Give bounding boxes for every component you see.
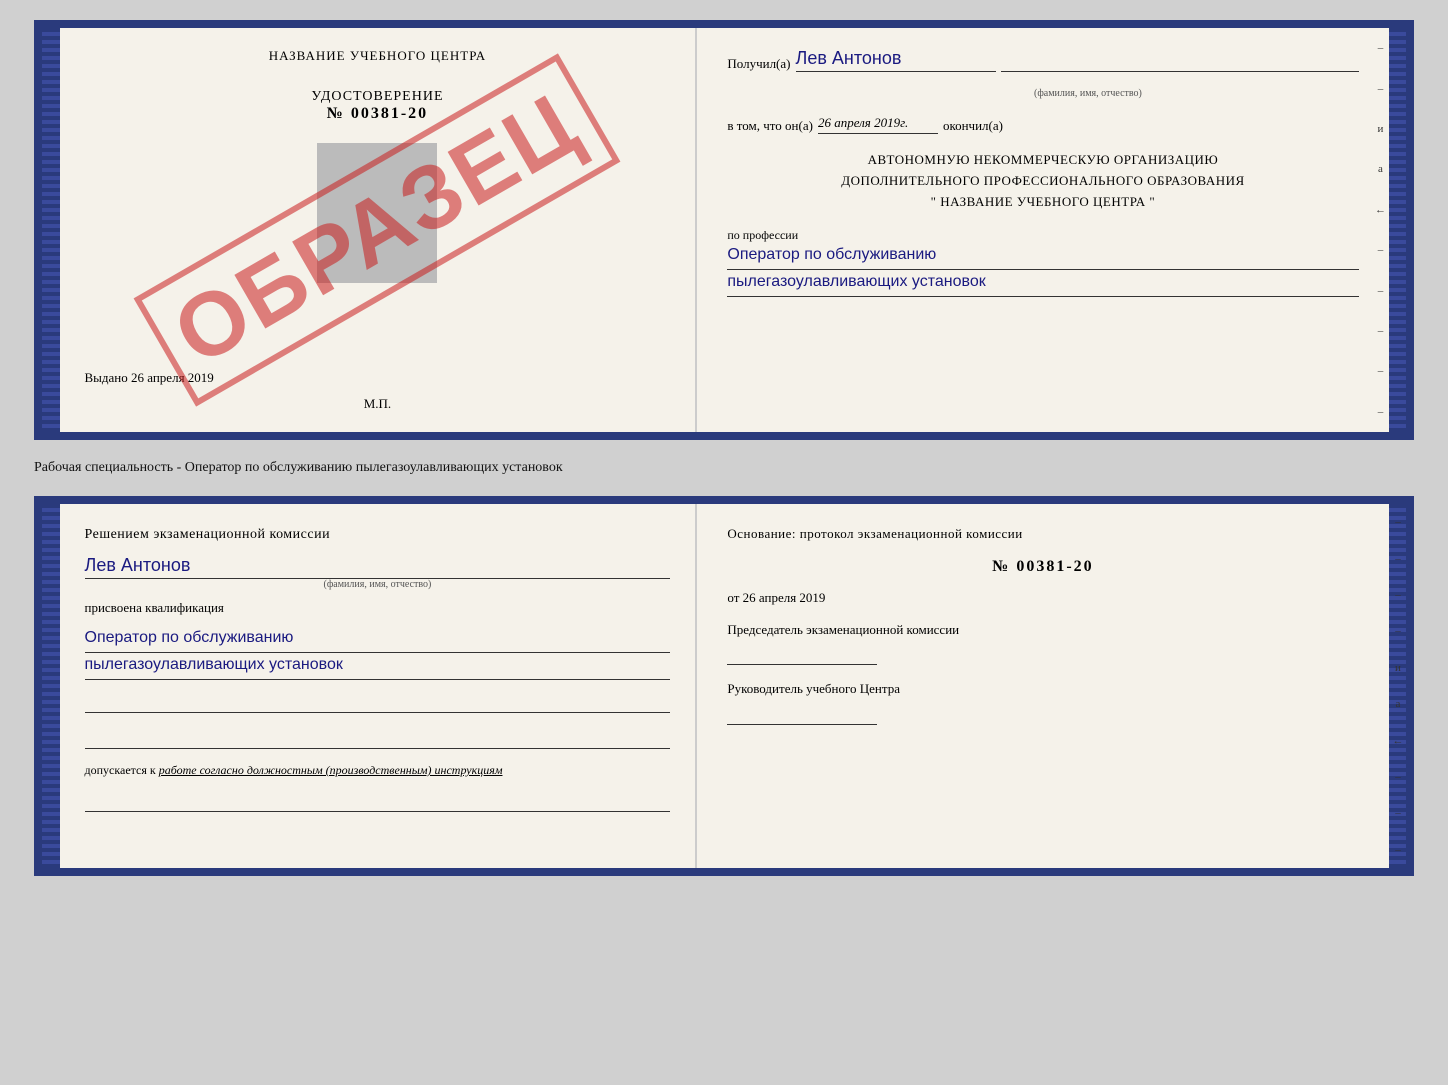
bottom-certificate: Решением экзаменационной комиссии Лев Ан… bbox=[34, 496, 1414, 876]
qualification-line1: Оператор по обслуживанию bbox=[85, 626, 671, 653]
chairman-signature-line bbox=[727, 645, 877, 665]
допускается-label: допускается к bbox=[85, 763, 156, 777]
profession-line2: пылегазоулавливающих установок bbox=[727, 270, 1358, 297]
right-markers-bottom: – – – – и а ← – – – bbox=[1390, 504, 1406, 868]
protocol-date: 26 апреля 2019 bbox=[743, 590, 826, 605]
допускается-value: работе согласно должностным (производств… bbox=[159, 763, 503, 777]
issued-date: 26 апреля 2019 bbox=[131, 370, 214, 385]
completed-prefix: в том, что он(а) bbox=[727, 118, 813, 134]
director-block: Руководитель учебного Центра bbox=[727, 679, 1358, 725]
right-spine-top bbox=[1389, 28, 1407, 432]
empty-line-2 bbox=[85, 729, 671, 749]
fio-subtitle-bottom: (фамилия, имя, отчество) bbox=[85, 579, 671, 590]
received-line: Получил(а) Лев Антонов bbox=[727, 48, 1358, 72]
protocol-number: № 00381-20 bbox=[727, 558, 1358, 576]
profession-block: по профессии Оператор по обслуживанию пы… bbox=[727, 228, 1358, 297]
right-side-markers: – – и а ← – – – – – bbox=[1373, 28, 1389, 432]
protocol-date-prefix: от bbox=[727, 590, 739, 605]
empty-line-3 bbox=[85, 792, 671, 812]
left-spine bbox=[42, 28, 60, 432]
cert-right-panel: Получил(а) Лев Антонов (фамилия, имя, от… bbox=[697, 28, 1388, 432]
qualification-label: присвоена квалификация bbox=[85, 600, 671, 616]
document-title: УДОСТОВЕРЕНИЕ bbox=[311, 89, 443, 105]
profession-label: по профессии bbox=[727, 228, 1358, 243]
bottom-left-panel: Решением экзаменационной комиссии Лев Ан… bbox=[60, 504, 698, 868]
org-line1: АВТОНОМНУЮ НЕКОММЕРЧЕСКУЮ ОРГАНИЗАЦИЮ bbox=[727, 150, 1358, 171]
completed-date: 26 апреля 2019г. bbox=[818, 115, 938, 134]
received-label: Получил(а) bbox=[727, 56, 790, 72]
qualification-block: Оператор по обслуживанию пылегазоулавлив… bbox=[85, 626, 671, 680]
specialty-text: Рабочая специальность - Оператор по обсл… bbox=[34, 452, 1414, 484]
issued-label: Выдано bbox=[85, 370, 128, 385]
commission-name-block: Лев Антонов (фамилия, имя, отчество) bbox=[85, 555, 671, 590]
qualification-line2: пылегазоулавливающих установок bbox=[85, 653, 671, 680]
mp-label: М.П. bbox=[364, 396, 391, 412]
director-signature-line bbox=[727, 705, 877, 725]
empty-line-1 bbox=[85, 693, 671, 713]
top-certificate: НАЗВАНИЕ УЧЕБНОГО ЦЕНТРА УДОСТОВЕРЕНИЕ №… bbox=[34, 20, 1414, 440]
chairman-block: Председатель экзаменационной комиссии bbox=[727, 620, 1358, 666]
document-container: НАЗВАНИЕ УЧЕБНОГО ЦЕНТРА УДОСТОВЕРЕНИЕ №… bbox=[34, 20, 1414, 876]
chairman-label: Председатель экзаменационной комиссии bbox=[727, 620, 1358, 641]
document-number: № 00381-20 bbox=[311, 105, 443, 123]
допускается-block: допускается к работе согласно должностны… bbox=[85, 762, 671, 779]
fio-subtitle-top: (фамилия, имя, отчество) bbox=[817, 88, 1358, 99]
school-name-left: НАЗВАНИЕ УЧЕБНОГО ЦЕНТРА bbox=[269, 48, 486, 64]
dash-filler bbox=[1001, 71, 1359, 72]
left-spine-bottom bbox=[42, 504, 60, 868]
cert-left-panel: НАЗВАНИЕ УЧЕБНОГО ЦЕНТРА УДОСТОВЕРЕНИЕ №… bbox=[60, 28, 698, 432]
commission-person-name: Лев Антонов bbox=[85, 555, 671, 579]
org-name: " НАЗВАНИЕ УЧЕБНОГО ЦЕНТРА " bbox=[727, 192, 1358, 213]
protocol-date-block: от 26 апреля 2019 bbox=[727, 590, 1358, 606]
received-name: Лев Антонов bbox=[796, 48, 996, 72]
commission-header: Решением экзаменационной комиссии bbox=[85, 524, 671, 545]
org-block: АВТОНОМНУЮ НЕКОММЕРЧЕСКУЮ ОРГАНИЗАЦИЮ ДО… bbox=[727, 150, 1358, 212]
photo-placeholder bbox=[317, 143, 437, 283]
document-block: УДОСТОВЕРЕНИЕ № 00381-20 bbox=[311, 89, 443, 123]
completed-line: в том, что он(а) 26 апреля 2019г. окончи… bbox=[727, 115, 1358, 134]
org-line2: ДОПОЛНИТЕЛЬНОГО ПРОФЕССИОНАЛЬНОГО ОБРАЗО… bbox=[727, 171, 1358, 192]
osnov-header: Основание: протокол экзаменационной коми… bbox=[727, 524, 1358, 544]
bottom-right-panel: Основание: протокол экзаменационной коми… bbox=[697, 504, 1388, 868]
issued-block: Выдано 26 апреля 2019 bbox=[85, 370, 214, 386]
director-label: Руководитель учебного Центра bbox=[727, 679, 1358, 700]
completed-suffix: окончил(а) bbox=[943, 118, 1003, 134]
profession-line1: Оператор по обслуживанию bbox=[727, 243, 1358, 270]
